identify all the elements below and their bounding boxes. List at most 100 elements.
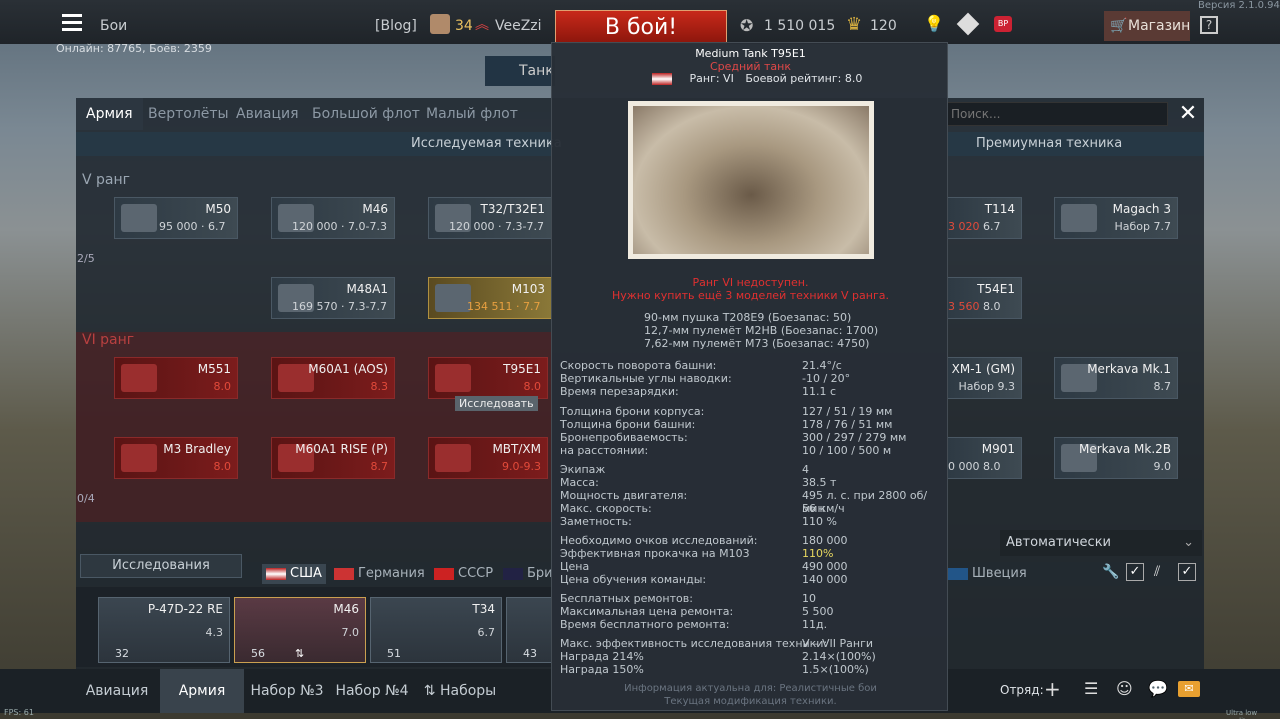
tooltip-footer-mode: Информация актуальна для: Реалистичные б… [624, 683, 877, 694]
preset-set3[interactable]: Набор №3 [246, 669, 328, 713]
presets-button[interactable]: ⇅ Наборы [420, 669, 500, 713]
blog-link[interactable]: [Blog] [375, 18, 417, 34]
vehicle-cell-m103[interactable]: M103 134 511 · 7.7 [428, 277, 552, 319]
avatar[interactable] [430, 14, 450, 34]
preset-set4[interactable]: Набор №4 [330, 669, 414, 713]
vehicle-cell-m60a1-rise[interactable]: M60A1 RISE (P) 8.7 [271, 437, 395, 479]
chevron-down-icon: ⌄ [1183, 535, 1194, 550]
stat-value: 21.4°/с [802, 359, 842, 372]
vehicle-br: 120 000 · 7.3-7.7 [449, 220, 544, 233]
tab-aviation[interactable]: Авиация [226, 98, 309, 130]
preset-army[interactable]: Армия [160, 669, 244, 713]
vehicle-br: 9.0 [1153, 460, 1172, 473]
premium-cell-xm1-gm[interactable]: XM-1 (GM) Набор 9.3 [948, 357, 1022, 399]
stat-label: Макс. скорость: [560, 502, 652, 515]
vehicle-cell-m551[interactable]: M551 8.0 [114, 357, 238, 399]
nation-tab-sweden[interactable]: Швеция [948, 564, 1027, 584]
help-button[interactable]: ? [1200, 16, 1218, 34]
shop-button[interactable]: 🛒 Магазин [1104, 11, 1190, 41]
bp-badge-icon[interactable]: BP [994, 16, 1012, 32]
checkbox-repair-icon[interactable]: ✓ [1126, 563, 1144, 581]
mode-select[interactable]: Автоматически ⌄ [1000, 530, 1202, 556]
top-bar: Бои [Blog] 34 ︽ VeeZzi В бой! ✪ 1 510 01… [0, 0, 1280, 44]
vehicle-br: Набор 9.3 [958, 380, 1016, 393]
stat-label: Время бесплатного ремонта: [560, 618, 730, 631]
nation-tab-britain[interactable]: Бри [503, 564, 551, 584]
premium-cell-m901[interactable]: M901 0 000 8.0 [948, 437, 1022, 479]
sort-icon: ⇅ [423, 683, 440, 699]
vehicle-br: 120 000 · 7.0-7.3 [292, 220, 387, 233]
vehicle-br: 8.3 [370, 380, 389, 393]
tab-bluewater[interactable]: Большой флот [302, 98, 430, 130]
play-button[interactable]: В бой! [555, 10, 727, 44]
silver-lions-count: 1 510 015 [764, 18, 836, 34]
stat-value: 180 000 [802, 534, 848, 547]
menu-icon[interactable] [62, 14, 82, 31]
list-icon[interactable]: ☰ [1084, 679, 1098, 698]
vehicle-cell-m48a1[interactable]: M48A1 169 570 · 7.3-7.7 [271, 277, 395, 319]
golden-eagles-icon: ♛ [846, 14, 863, 35]
swap-icon[interactable]: ⇅ [295, 647, 304, 660]
premium-cell-t54e1[interactable]: T54E1 3 560 8.0 [948, 277, 1022, 319]
lightbulb-icon[interactable]: 💡 [924, 14, 944, 33]
vehicle-cell-t32[interactable]: T32/T32E1 120 000 · 7.3-7.7 [428, 197, 552, 239]
vehicle-br: 4.3 [205, 626, 224, 639]
premium-cell-magach3[interactable]: Magach 3 Набор 7.7 [1054, 197, 1178, 239]
sweden-flag-icon [948, 568, 968, 580]
vehicle-cell-mbt-xm[interactable]: MBT/XM 9.0-9.3 [428, 437, 548, 479]
stat-label: Цена [560, 560, 590, 573]
vehicle-cell-t95e1[interactable]: T95E1 8.0 [428, 357, 548, 399]
mail-icon[interactable]: ✉ [1178, 681, 1200, 697]
research-panel-toggle[interactable]: Исследования [80, 554, 242, 578]
chat-icon[interactable]: 💬 [1148, 679, 1168, 698]
stat-value: 2.14×(100%) [802, 650, 876, 663]
vehicle-cell-m60a1-aos[interactable]: M60A1 (AOS) 8.3 [271, 357, 395, 399]
crew-slot-m46[interactable]: M46 7.0 56 ⇅ [234, 597, 366, 663]
vehicle-br: 134 511 · 7.7 [467, 300, 541, 313]
tab-helicopters[interactable]: Вертолёты [138, 98, 239, 130]
weapon-line: 7,62-мм пулемёт M73 (Боезапас: 4750) [644, 337, 870, 350]
stat-value: 11д. [802, 618, 828, 631]
tab-coastal[interactable]: Малый флот [416, 98, 528, 130]
crew-count: 43 [523, 647, 537, 660]
weapon-line: 12,7-мм пулемёт M2HB (Боезапас: 1700) [644, 324, 879, 337]
nation-tab-germany[interactable]: Германия [334, 564, 425, 584]
vehicle-br: 169 570 · 7.3-7.7 [292, 300, 387, 313]
stat-label: Бронепробиваемость: [560, 431, 688, 444]
contacts-icon[interactable]: ☺ [1116, 679, 1133, 698]
cart-icon: 🛒 [1110, 18, 1128, 34]
premium-section-label: Премиумная техника [976, 136, 1123, 151]
vehicle-name: M103 [511, 282, 545, 296]
crew-slot-p47[interactable]: P-47D-22 RE 4.3 32 [98, 597, 230, 663]
vehicle-br: 8.0 [213, 380, 232, 393]
diamond-icon[interactable] [956, 12, 980, 36]
ammo-icon[interactable]: ⫽ [1154, 564, 1160, 580]
player-name[interactable]: VeeZzi [495, 18, 542, 34]
search-input[interactable] [946, 102, 1168, 126]
vehicle-name: M46 [333, 602, 359, 616]
vehicle-br: Набор 7.7 [1114, 220, 1172, 233]
wrench-icon[interactable]: 🔧 [1102, 564, 1119, 580]
vehicle-cell-m46[interactable]: M46 120 000 · 7.0-7.3 [271, 197, 395, 239]
checkbox-ammo-icon[interactable]: ✓ [1178, 563, 1196, 581]
vehicle-name: M60A1 (AOS) [308, 362, 388, 376]
premium-cell-merkava-mk1[interactable]: Merkava Mk.1 8.7 [1054, 357, 1178, 399]
crew-slot-4[interactable]: 43 [506, 597, 552, 663]
stat-label: Мощность двигателя: [560, 489, 688, 502]
stat-label: Максимальная цена ремонта: [560, 605, 734, 618]
tank-icon [121, 364, 157, 392]
battles-label[interactable]: Бои [100, 18, 127, 34]
close-icon[interactable]: ✕ [1174, 100, 1202, 128]
tab-army[interactable]: Армия [76, 98, 143, 130]
stat-value: V – VII Ранги [802, 637, 874, 650]
premium-cell-merkava-mk2b[interactable]: Merkava Mk.2B 9.0 [1054, 437, 1178, 479]
add-squad-icon[interactable]: + [1044, 677, 1061, 701]
nation-tab-ussr[interactable]: СССР [434, 564, 493, 584]
nation-tab-usa[interactable]: США [262, 564, 326, 584]
crew-slot-t34[interactable]: T34 6.7 51 [370, 597, 502, 663]
fps-counter: FPS: 61 [4, 708, 34, 717]
vehicle-cell-m50[interactable]: M50 95 000 · 6.7 [114, 197, 238, 239]
vehicle-cell-m3-bradley[interactable]: M3 Bradley 8.0 [114, 437, 238, 479]
premium-cell-t114[interactable]: T114 3 020 6.7 [948, 197, 1022, 239]
preset-aviation[interactable]: Авиация [76, 669, 158, 713]
